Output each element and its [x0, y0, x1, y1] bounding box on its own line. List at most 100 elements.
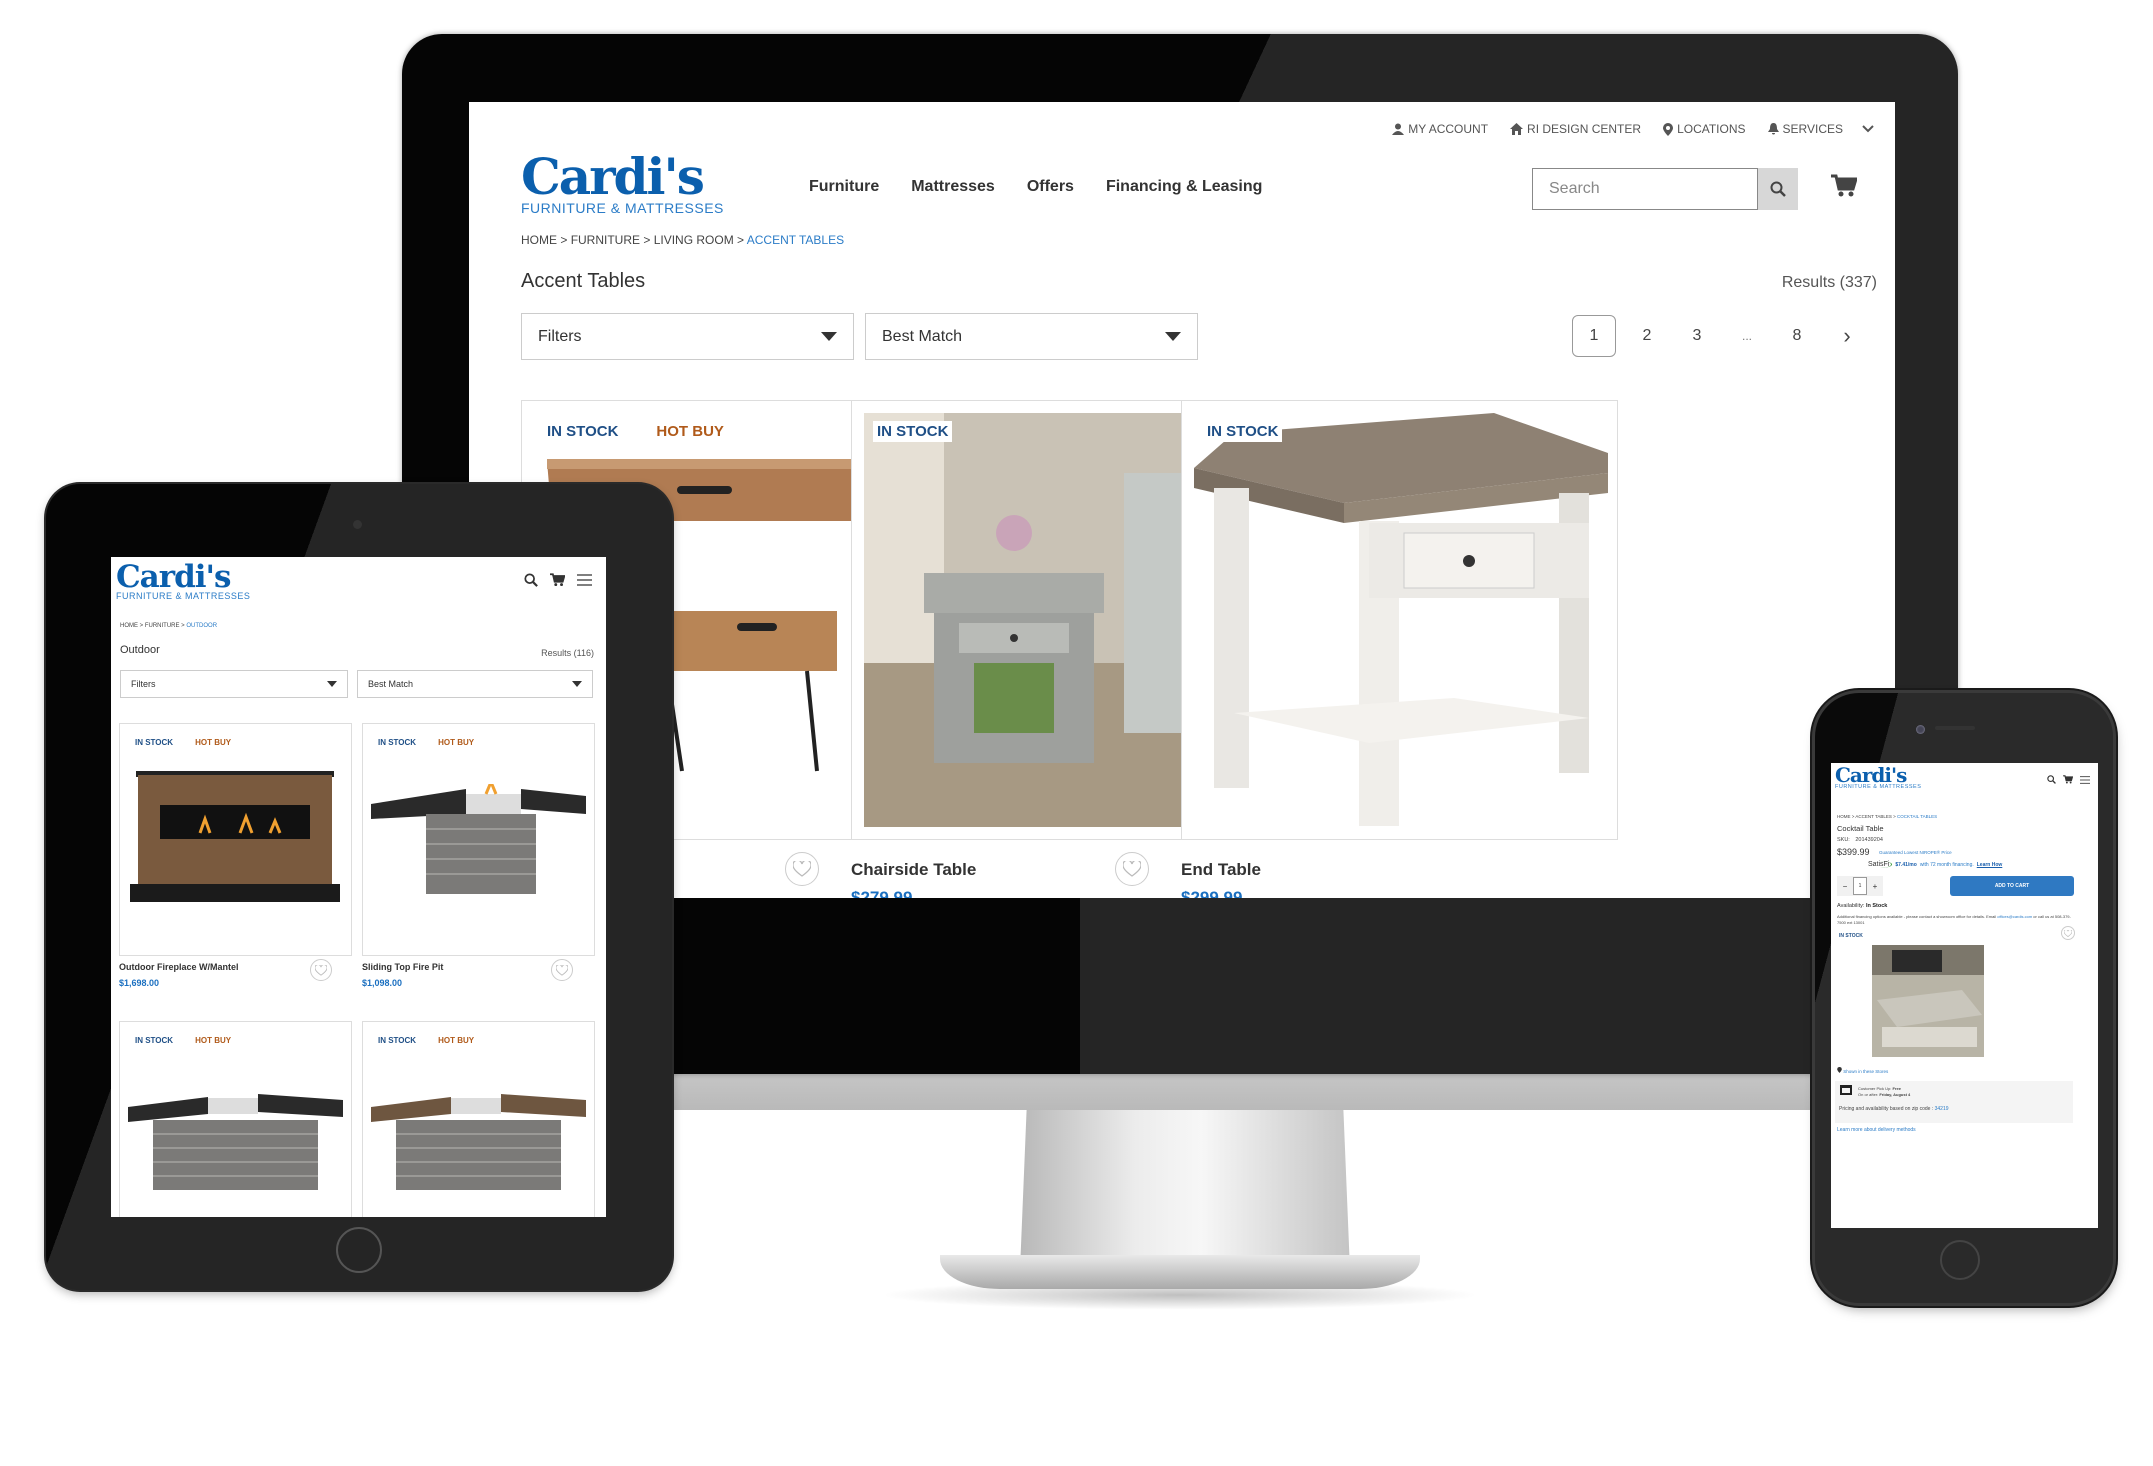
- cart-icon[interactable]: [550, 573, 565, 587]
- sku-label: SKU:: [1837, 837, 1850, 843]
- product-card[interactable]: IN STOCK HOT BUY: [119, 723, 352, 956]
- next-page-button[interactable]: ›: [1822, 323, 1872, 349]
- wishlist-button[interactable]: [2061, 926, 2075, 940]
- store-locations-link[interactable]: Shown in these Stores: [1837, 1067, 1888, 1074]
- pickup-cost: Customer Pick Up: Free: [1858, 1086, 1901, 1091]
- product-image-fire-table: [371, 1094, 586, 1190]
- brand-logo[interactable]: Cardi's FURNITURE & MATTRESSES: [521, 152, 724, 217]
- in-stock-badge: IN STOCK: [378, 738, 417, 747]
- wishlist-button[interactable]: [785, 852, 819, 886]
- cart-icon: [1831, 174, 1859, 197]
- breadcrumb-living-room[interactable]: LIVING ROOM: [654, 233, 734, 247]
- product-card[interactable]: IN STOCK: [1181, 400, 1618, 840]
- logo-wordmark: Cardi's: [116, 559, 232, 595]
- page-title: Accent Tables: [521, 270, 646, 292]
- cart-icon[interactable]: [2063, 775, 2073, 784]
- map-pin-icon: [1663, 122, 1674, 136]
- qty-decrement-button[interactable]: −: [1837, 882, 1853, 891]
- utility-design-center[interactable]: RI DESIGN CENTER: [1510, 122, 1641, 136]
- breadcrumb-home[interactable]: HOME: [521, 233, 557, 247]
- delivery-methods-link[interactable]: Learn more about delivery methods: [1837, 1127, 1916, 1133]
- filters-dropdown[interactable]: Filters: [521, 313, 854, 360]
- results-count: Results (116): [541, 648, 594, 658]
- phone-home-button[interactable]: [1940, 1240, 1980, 1280]
- page-1[interactable]: 1: [1572, 315, 1616, 357]
- filters-label: Filters: [538, 327, 582, 345]
- breadcrumb-home[interactable]: HOME: [120, 623, 138, 629]
- search-icon[interactable]: [2047, 775, 2056, 784]
- search-icon[interactable]: [524, 573, 538, 587]
- home-icon: [1510, 123, 1524, 135]
- heart-icon: [2064, 929, 2072, 937]
- product-badges: IN STOCK: [873, 421, 953, 442]
- financing-note: Additional financing options available -…: [1837, 914, 2077, 926]
- product-card[interactable]: IN STOCK HOT BUY: [119, 1021, 352, 1217]
- wishlist-button[interactable]: [551, 959, 573, 981]
- product-name[interactable]: Outdoor Fireplace W/Mantel: [119, 962, 239, 972]
- breadcrumb-furniture[interactable]: FURNITURE: [145, 623, 180, 629]
- brand-logo[interactable]: Cardi's FURNITURE & MATTRESSES: [1835, 765, 1921, 790]
- product-card[interactable]: IN STOCK HOT BUY: [362, 723, 595, 956]
- menu-icon[interactable]: [577, 574, 592, 586]
- page-8[interactable]: 8: [1772, 327, 1822, 345]
- breadcrumb-home[interactable]: HOME: [1837, 814, 1851, 819]
- page-3[interactable]: 3: [1672, 327, 1722, 345]
- note-text: Additional financing options available -…: [1837, 914, 1997, 919]
- email-link[interactable]: offices@cardis.com: [1997, 914, 2032, 919]
- product-badges: IN STOCK HOT BUY: [378, 738, 474, 747]
- pickup-date: On or after: Friday, August 4: [1858, 1092, 1910, 1097]
- hot-buy-badge: HOT BUY: [656, 423, 724, 440]
- chevron-down-icon[interactable]: [1861, 124, 1875, 134]
- nav-mattresses[interactable]: Mattresses: [911, 178, 995, 196]
- wishlist-button[interactable]: [310, 959, 332, 981]
- qty-increment-button[interactable]: +: [1867, 882, 1883, 891]
- sort-dropdown[interactable]: Best Match: [357, 670, 593, 698]
- nav-financing[interactable]: Financing & Leasing: [1106, 178, 1262, 196]
- filters-dropdown[interactable]: Filters: [120, 670, 348, 698]
- product-image-fire-table: [128, 1094, 343, 1190]
- header-icons: [524, 573, 592, 587]
- hot-buy-badge: HOT BUY: [438, 738, 475, 747]
- product-name[interactable]: Chairside Table: [851, 860, 976, 880]
- tablet-home-button[interactable]: [336, 1227, 382, 1273]
- utility-my-account[interactable]: MY ACCOUNT: [1392, 122, 1488, 136]
- nav-offers[interactable]: Offers: [1027, 178, 1074, 196]
- add-to-cart-button[interactable]: ADD TO CART: [1950, 876, 2074, 896]
- utility-label: RI DESIGN CENTER: [1527, 122, 1642, 136]
- breadcrumb-accent-tables[interactable]: ACCENT TABLES: [1855, 814, 1892, 819]
- utility-locations[interactable]: LOCATIONS: [1663, 122, 1746, 136]
- sort-dropdown[interactable]: Best Match: [865, 313, 1198, 360]
- product-badges: IN STOCK: [1203, 421, 1283, 442]
- learn-how-link[interactable]: Learn How: [1977, 862, 2003, 868]
- utility-services[interactable]: SERVICES: [1767, 122, 1875, 136]
- product-card[interactable]: IN STOCK HOT BUY: [362, 1021, 595, 1217]
- page-title: Outdoor: [120, 644, 160, 656]
- wishlist-button[interactable]: [1115, 852, 1149, 886]
- availability: Availability: In Stock: [1837, 903, 1887, 909]
- breadcrumb-current: COCKTAIL TABLES: [1897, 814, 1938, 819]
- page-2[interactable]: 2: [1622, 327, 1672, 345]
- price-guarantee-link[interactable]: Guaranteed Lowest NIROPE® Price: [1879, 850, 1952, 855]
- breadcrumb: HOME > FURNITURE > OUTDOOR: [120, 623, 218, 629]
- product-image-fire-pit: [371, 784, 586, 894]
- pickup-date-label: On or after:: [1858, 1092, 1879, 1097]
- pickup-date-value: Friday, August 4: [1879, 1092, 1911, 1097]
- product-badges: IN STOCK HOT BUY: [135, 738, 231, 747]
- search-button[interactable]: [1758, 168, 1798, 210]
- search-input[interactable]: Search: [1532, 168, 1758, 210]
- zip-code-link[interactable]: 34219: [1935, 1106, 1949, 1112]
- nav-furniture[interactable]: Furniture: [809, 178, 879, 196]
- product-name[interactable]: End Table: [1181, 860, 1261, 880]
- in-stock-badge: IN STOCK: [1203, 421, 1283, 442]
- breadcrumb-furniture[interactable]: FURNITURE: [571, 233, 640, 247]
- availability-label: Availability:: [1837, 903, 1865, 909]
- menu-icon[interactable]: [2080, 775, 2090, 784]
- utility-label: SERVICES: [1782, 122, 1843, 136]
- filters-label: Filters: [131, 679, 156, 689]
- qty-input[interactable]: 1: [1853, 877, 1867, 895]
- breadcrumb: HOME > FURNITURE > LIVING ROOM > ACCENT …: [521, 233, 845, 247]
- product-name[interactable]: Sliding Top Fire Pit: [362, 962, 443, 972]
- cart-button[interactable]: [1831, 174, 1859, 203]
- product-title: Cocktail Table: [1837, 824, 1884, 833]
- brand-logo[interactable]: Cardi's FURNITURE & MATTRESSES: [116, 559, 250, 602]
